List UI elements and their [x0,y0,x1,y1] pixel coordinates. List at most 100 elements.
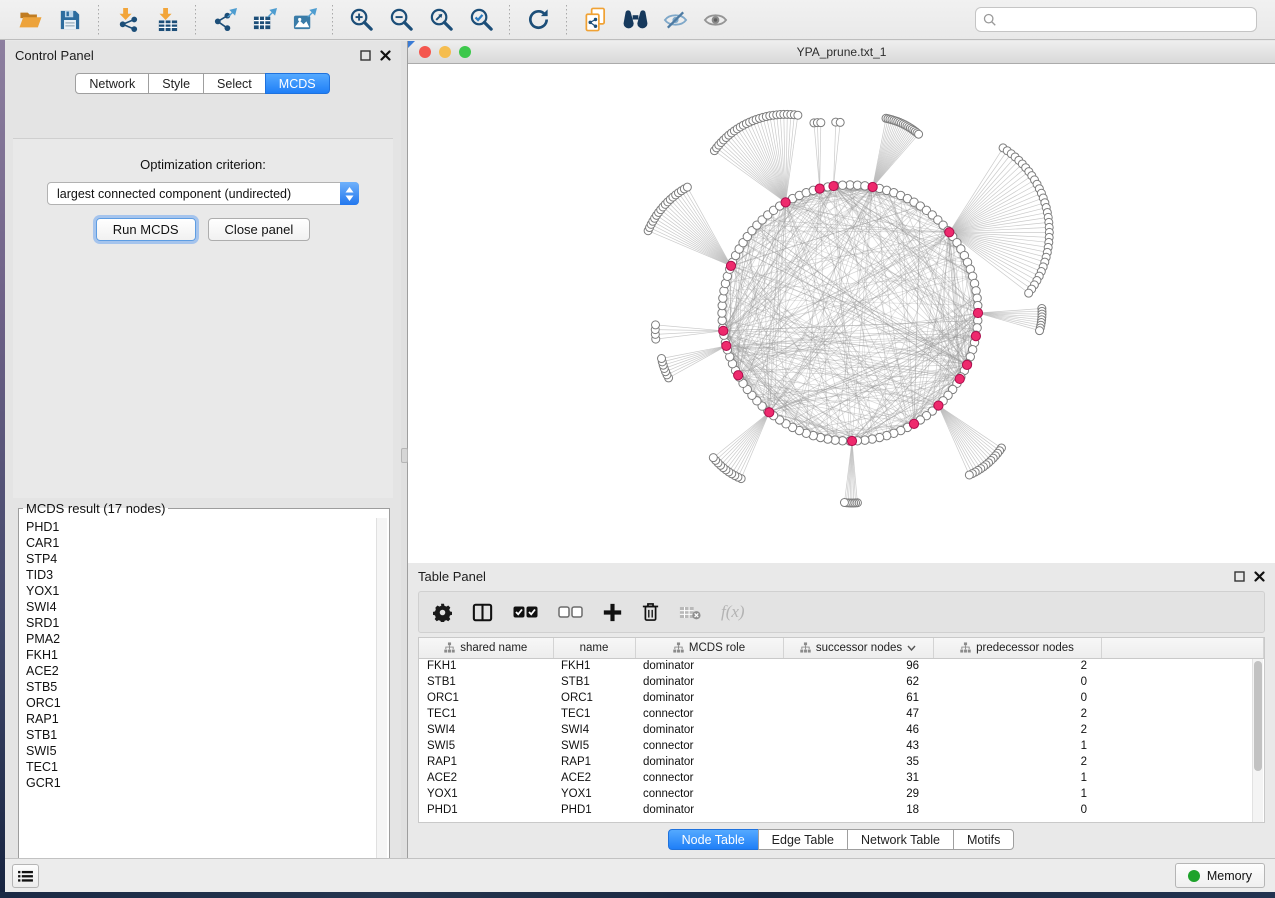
deselect-all-checkboxes-icon[interactable] [558,606,583,618]
table-cell[interactable]: 61 [783,690,933,706]
graph-node-mcds[interactable] [973,308,982,317]
graph-node[interactable] [652,321,660,329]
table-cell[interactable]: 0 [933,690,1101,706]
mcds-result-item[interactable]: ACE2 [26,663,389,679]
table-cell[interactable]: 31 [783,770,933,786]
graph-node-mcds[interactable] [962,360,971,369]
graph-node-mcds[interactable] [868,182,877,191]
mcds-result-item[interactable]: CAR1 [26,535,389,551]
mcds-result-item[interactable]: PHD1 [26,519,389,535]
graph-node-mcds[interactable] [847,436,856,445]
table-row[interactable]: STB1STB1dominator620 [419,674,1264,690]
save-session-icon[interactable] [53,4,87,36]
table-cell[interactable]: dominator [635,754,783,770]
table-scrollbar[interactable] [1252,659,1263,822]
close-panel-button[interactable]: Close panel [208,218,311,241]
refresh-layout-icon[interactable] [521,4,555,36]
table-cell[interactable]: TEC1 [419,706,553,722]
mcds-result-item[interactable]: PMA2 [26,631,389,647]
export-network-icon[interactable] [207,4,241,36]
table-row[interactable]: RAP1RAP1dominator352 [419,754,1264,770]
graph-node[interactable] [1025,289,1033,297]
clone-network-icon[interactable] [578,4,612,36]
mcds-result-item[interactable]: STB5 [26,679,389,695]
network-window-titlebar[interactable]: YPA_prune.txt_1 [408,41,1275,64]
mcds-result-list[interactable]: PHD1CAR1STP4TID3YOX1SWI4SRD1PMA2FKH1ACE2… [19,516,389,791]
select-all-checkboxes-icon[interactable] [513,606,538,618]
column-header[interactable]: MCDS role [635,638,783,658]
table-cell[interactable]: FKH1 [553,658,635,674]
graph-node[interactable] [840,499,848,507]
graph-node-mcds[interactable] [765,408,774,417]
zoom-out-icon[interactable] [384,4,418,36]
graph-node[interactable] [836,118,844,126]
graph-node[interactable] [915,130,923,138]
graph-node[interactable] [683,183,691,191]
graph-node[interactable] [817,119,825,127]
table-cell[interactable]: 2 [933,706,1101,722]
splitter-grip[interactable] [401,448,408,463]
mcds-result-item[interactable]: TEC1 [26,759,389,775]
zoom-selected-icon[interactable] [464,4,498,36]
graph-node[interactable] [838,181,846,189]
mcds-result-item[interactable]: STB1 [26,727,389,743]
table-cell[interactable]: 46 [783,722,933,738]
export-image-icon[interactable] [287,4,321,36]
table-cell[interactable]: RAP1 [419,754,553,770]
mcds-result-item[interactable]: YOX1 [26,583,389,599]
import-table-icon[interactable] [150,4,184,36]
table-row[interactable]: FKH1FKH1dominator962 [419,658,1264,674]
table-cell[interactable]: ORC1 [553,690,635,706]
table-row[interactable]: SWI5SWI5connector431 [419,738,1264,754]
table-cell[interactable]: STB1 [419,674,553,690]
column-header[interactable]: predecessor nodes [933,638,1101,658]
graph-node-mcds[interactable] [909,419,918,428]
graph-node-mcds[interactable] [955,374,964,383]
search-box[interactable] [975,7,1257,32]
table-cell[interactable]: 35 [783,754,933,770]
table-row[interactable]: SWI4SWI4dominator462 [419,722,1264,738]
tab-mcds[interactable]: MCDS [265,73,330,94]
graph-node-mcds[interactable] [971,332,980,341]
zoom-in-icon[interactable] [344,4,378,36]
column-header[interactable]: shared name [419,638,553,658]
table-cell[interactable]: ORC1 [419,690,553,706]
add-column-icon[interactable] [603,603,622,622]
graph-node-mcds[interactable] [734,371,743,380]
table-cell[interactable]: 0 [933,674,1101,690]
table-cell[interactable]: dominator [635,722,783,738]
tab-style[interactable]: Style [148,73,204,94]
table-row[interactable]: ACE2ACE2connector311 [419,770,1264,786]
table-cell[interactable]: 47 [783,706,933,722]
graph-node-mcds[interactable] [719,326,728,335]
table-cell[interactable]: SWI4 [553,722,635,738]
table-cell[interactable]: 2 [933,658,1101,674]
mcds-result-item[interactable]: STP4 [26,551,389,567]
network-canvas[interactable] [408,64,1275,562]
tab-network[interactable]: Network [75,73,149,94]
mcds-result-item[interactable]: RAP1 [26,711,389,727]
table-cell[interactable]: connector [635,786,783,802]
table-cell[interactable]: ACE2 [553,770,635,786]
table-cell[interactable]: 2 [933,722,1101,738]
graph-node-mcds[interactable] [829,181,838,190]
tab-select[interactable]: Select [203,73,266,94]
zoom-fit-icon[interactable] [424,4,458,36]
mcds-result-item[interactable]: ORC1 [26,695,389,711]
graph-node-mcds[interactable] [934,401,943,410]
tab-network-table[interactable]: Network Table [847,829,954,850]
table-row[interactable]: TEC1TEC1connector472 [419,706,1264,722]
open-folder-icon[interactable] [13,4,47,36]
column-header[interactable]: name [553,638,635,658]
table-cell[interactable]: dominator [635,658,783,674]
table-cell[interactable]: 1 [933,786,1101,802]
table-cell[interactable]: 0 [933,802,1101,818]
table-cell[interactable]: SWI5 [419,738,553,754]
search-input[interactable] [1002,13,1249,27]
table-cell[interactable]: RAP1 [553,754,635,770]
table-cell[interactable]: 18 [783,802,933,818]
delete-column-icon[interactable] [642,602,659,622]
mcds-result-item[interactable]: SWI4 [26,599,389,615]
split-columns-icon[interactable] [472,603,493,622]
float-panel-icon[interactable] [360,50,371,61]
